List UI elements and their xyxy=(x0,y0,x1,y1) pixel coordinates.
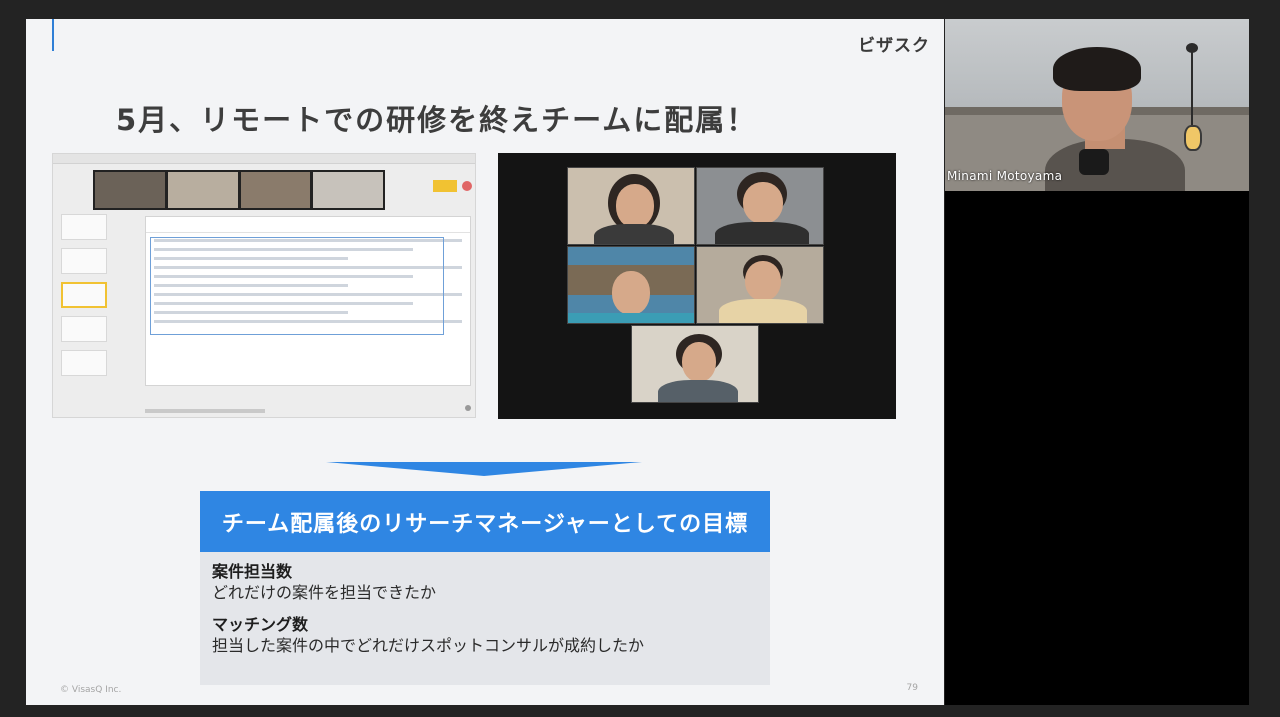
participant-tile xyxy=(567,246,695,324)
speaker-hair xyxy=(1053,47,1141,91)
light-bulb-icon xyxy=(1184,125,1202,151)
brand-logo: ビザスク xyxy=(858,36,930,56)
presentation-slide: ビザスク 5月、リモートでの研修を終えチームに配属！ チーム配属後のリサーチマネ… xyxy=(26,19,944,705)
goal-item-description: どれだけの案件を担当できたか xyxy=(212,583,437,602)
page-number: 79 xyxy=(906,683,918,693)
lamp-cord xyxy=(1191,47,1193,127)
microphone-icon xyxy=(1079,149,1109,175)
screenshot-footer xyxy=(145,409,265,413)
empty-video-area xyxy=(945,191,1249,705)
slide-thumbnail xyxy=(61,248,107,274)
slide-thumbnail xyxy=(61,214,107,240)
goal-header: チーム配属後のリサーチマネージャーとしての目標 xyxy=(200,491,770,552)
participant-name-label: Minami Motoyama xyxy=(947,169,1063,183)
screenshot-share-button xyxy=(433,180,457,192)
video-thumb xyxy=(313,172,383,208)
screenshot-video-strip xyxy=(93,170,385,210)
slide-thumbnail xyxy=(61,350,107,376)
video-thumb xyxy=(240,172,311,208)
slide-thumbnail xyxy=(61,282,107,308)
editor-screenshot-image xyxy=(52,153,476,418)
goal-item-title: マッチング数 xyxy=(212,615,309,634)
down-arrow-icon xyxy=(326,462,642,476)
screenshot-browser-bar xyxy=(53,154,475,164)
screenshot-avatar xyxy=(462,181,472,191)
participant-tile xyxy=(567,167,695,245)
video-thumb xyxy=(167,172,238,208)
participant-tile xyxy=(696,246,824,324)
screenshot-dot xyxy=(465,405,471,411)
goal-item-description: 担当した案件の中でどれだけスポットコンサルが成約したか xyxy=(212,636,645,655)
document-header xyxy=(146,217,470,233)
screenshot-slide-panel xyxy=(61,214,111,404)
video-thumb xyxy=(95,172,165,208)
slide-title: 5月、リモートでの研修を終えチームに配属！ xyxy=(116,103,758,137)
slide-thumbnail xyxy=(61,316,107,342)
screenshot-document xyxy=(145,216,471,386)
goal-item-title: 案件担当数 xyxy=(212,562,293,581)
slide-accent-line xyxy=(52,19,54,51)
video-call-grid-image xyxy=(498,153,896,419)
copyright: © VisasQ Inc. xyxy=(60,685,122,695)
speaker-video[interactable]: Minami Motoyama xyxy=(945,19,1249,191)
participant-tile xyxy=(696,167,824,245)
goal-item: マッチング数 担当した案件の中でどれだけスポットコンサルが成約したか xyxy=(212,615,758,656)
goal-item: 案件担当数 どれだけの案件を担当できたか xyxy=(212,562,758,603)
selection-box xyxy=(150,237,444,335)
goal-list: 案件担当数 どれだけの案件を担当できたか マッチング数 担当した案件の中でどれだ… xyxy=(200,552,770,685)
participant-tile xyxy=(631,325,759,403)
